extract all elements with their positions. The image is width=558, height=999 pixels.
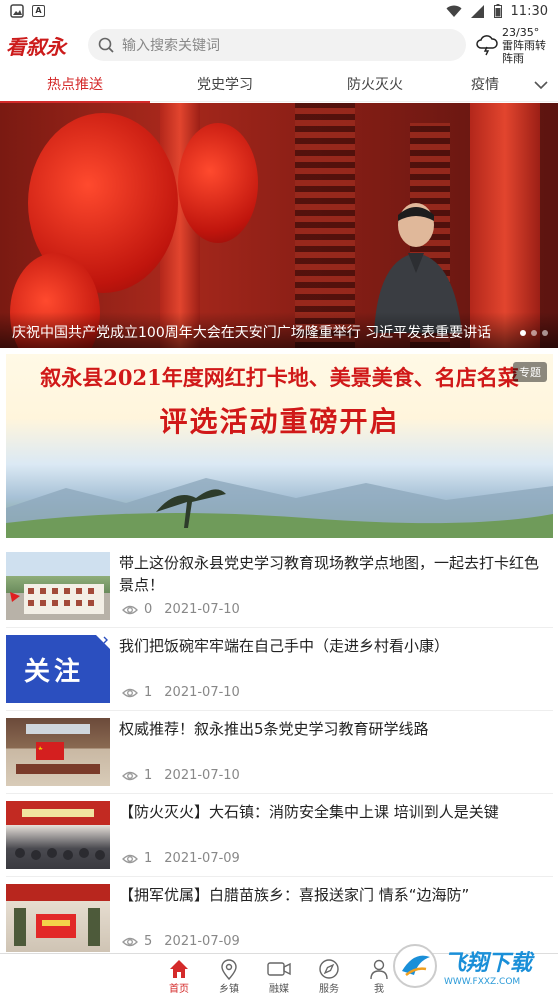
news-meta: 5 2021-07-09 [122, 934, 240, 949]
weather-temp: 23/35° [502, 25, 540, 39]
nav-home-label: 首页 [169, 984, 189, 995]
carousel-dot[interactable] [531, 330, 537, 336]
carousel-dots [520, 330, 548, 336]
thumbnail-text: 关注 [24, 657, 85, 687]
status-bar: A 11:30 [0, 0, 558, 22]
news-thumbnail: 关注 [6, 635, 110, 703]
news-thumbnail [6, 801, 110, 869]
tab-fire-prevention[interactable]: 防火灭火 [300, 68, 450, 102]
clock: 11:30 [510, 3, 548, 19]
tab-epidemic[interactable]: 疫情 [450, 68, 520, 102]
hero-carousel[interactable]: 庆祝中国共产党成立100周年大会在天安门广场隆重举行 习近平发表重要讲话 [0, 103, 558, 348]
app-header: 看叙永 输入搜索关键词 23/35° 雷阵雨转 阵雨 [0, 22, 558, 68]
compass-icon [319, 959, 339, 979]
tab-hot[interactable]: 热点推送 [0, 68, 150, 103]
image-icon [10, 4, 24, 18]
news-thumbnail [6, 884, 110, 952]
news-meta: 0 2021-07-10 [122, 602, 240, 617]
news-thumbnail [6, 718, 110, 786]
notification-icon: A [32, 5, 45, 17]
nav-me-label: 我 [374, 984, 384, 995]
eye-icon [122, 605, 138, 614]
news-title: 带上这份叙永县党史学习教育现场教学点地图，一起去打卡红色景点！ [119, 554, 540, 594]
view-count: 1 [144, 851, 153, 866]
news-thumbnail [6, 552, 110, 620]
news-meta: 1 2021-07-10 [122, 685, 240, 700]
search-input[interactable]: 输入搜索关键词 [88, 29, 466, 61]
weather-desc-line2: 阵雨 [502, 51, 524, 65]
nav-media-label: 融媒 [269, 984, 289, 995]
news-title: 【防火灭火】大石镇：消防安全集中上课 培训到人是关键 [119, 803, 499, 821]
watermark: 飞翔下载 WWW.FXXZ.COM [392, 938, 552, 994]
video-camera-icon [267, 962, 291, 976]
nav-home[interactable]: 首页 [161, 954, 197, 999]
category-tabs: 热点推送 党史学习 防火灭火 疫情 [0, 68, 558, 103]
news-meta: 1 2021-07-09 [122, 851, 240, 866]
news-item[interactable]: 【防火灭火】大石镇：消防安全集中上课 培训到人是关键 1 2021-07-09 [6, 795, 553, 877]
user-icon [370, 959, 388, 980]
signal-icon [470, 4, 484, 18]
watermark-title: 飞翔下载 [444, 951, 533, 976]
news-meta: 1 2021-07-10 [122, 768, 240, 783]
nav-towns[interactable]: 乡镇 [211, 954, 247, 999]
hero-caption: 庆祝中国共产党成立100周年大会在天安门广场隆重举行 习近平发表重要讲话 [0, 312, 558, 348]
publish-date: 2021-07-10 [164, 768, 240, 783]
banner-headline: 叙永县2021年度网红打卡地、美景美食、名店名菜 [40, 365, 519, 390]
eye-icon [122, 937, 138, 946]
news-item[interactable]: 带上这份叙永县党史学习教育现场教学点地图，一起去打卡红色景点！ 0 2021-0… [6, 546, 553, 628]
banner-mountains [6, 478, 553, 538]
tab-party-history[interactable]: 党史学习 [150, 68, 300, 102]
view-count: 0 [144, 602, 153, 617]
banner-subheadline: 评选活动重磅开启 [159, 405, 400, 438]
nav-towns-label: 乡镇 [219, 984, 239, 995]
expand-tabs-button[interactable] [534, 68, 548, 102]
nav-services[interactable]: 服务 [311, 954, 347, 999]
eye-icon [122, 854, 138, 863]
watermark-url: WWW.FXXZ.COM [444, 977, 521, 987]
carousel-dot[interactable] [542, 330, 548, 336]
carousel-dot[interactable] [520, 330, 526, 336]
nav-services-label: 服务 [319, 984, 339, 995]
thunderstorm-icon [476, 35, 498, 56]
feature-banner[interactable]: 叙永县2021年度网红打卡地、美景美食、名店名菜 评选活动重磅开启 专题 [6, 354, 553, 538]
location-pin-icon [221, 959, 237, 980]
publish-date: 2021-07-09 [164, 851, 240, 866]
news-title: 权威推荐！叙永推出5条党史学习教育研学线路 [119, 720, 429, 738]
topic-badge: 专题 [513, 362, 547, 382]
news-item[interactable]: 关注 我们把饭碗牢牢端在自己手中（走进乡村看小康） 1 2021-07-10 [6, 629, 553, 711]
search-placeholder: 输入搜索关键词 [122, 38, 220, 54]
app-logo[interactable]: 看叙永 [6, 31, 88, 60]
battery-icon [493, 4, 502, 18]
publish-date: 2021-07-10 [164, 685, 240, 700]
weather-widget[interactable]: 23/35° 雷阵雨转 阵雨 [476, 26, 546, 65]
hero-lantern-2 [178, 123, 258, 243]
search-icon [98, 37, 114, 53]
publish-date: 2021-07-10 [164, 602, 240, 617]
news-title: 我们把饭碗牢牢端在自己手中（走进乡村看小康） [119, 637, 450, 655]
view-count: 5 [144, 934, 153, 949]
wifi-icon [446, 5, 462, 17]
weather-desc-line1: 雷阵雨转 [502, 38, 546, 52]
eye-icon [122, 771, 138, 780]
eye-icon [122, 688, 138, 697]
chevron-down-icon [534, 81, 548, 90]
home-icon [170, 960, 188, 978]
nav-media[interactable]: 融媒 [261, 954, 297, 999]
publish-date: 2021-07-09 [164, 934, 240, 949]
news-title: 【拥军优属】白腊苗族乡：喜报送家门 情系“边海防” [119, 886, 470, 904]
view-count: 1 [144, 685, 153, 700]
watermark-logo-icon [393, 944, 437, 988]
view-count: 1 [144, 768, 153, 783]
news-item[interactable]: 权威推荐！叙永推出5条党史学习教育研学线路 1 2021-07-10 [6, 712, 553, 794]
